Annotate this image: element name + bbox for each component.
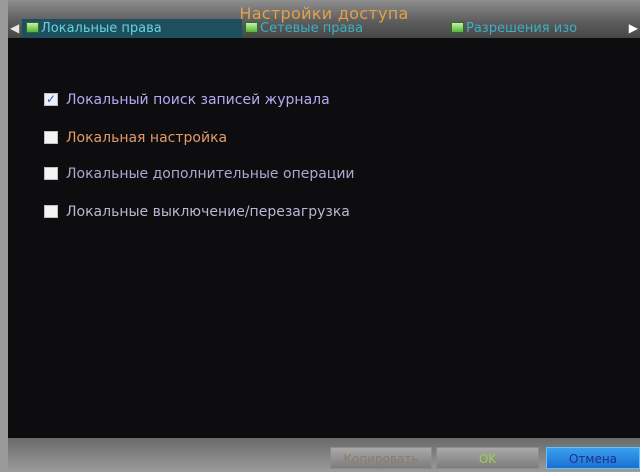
tab-local-rights[interactable]: Локальные права: [22, 19, 242, 38]
tab-icon: [26, 22, 39, 33]
option-local-shutdown-reboot[interactable]: Локальные выключение/перезагрузка: [44, 202, 350, 222]
title-bar: Настройки доступа ◀ Локальные права Сете…: [8, 0, 640, 38]
option-label: Локальные выключение/перезагрузка: [66, 204, 350, 220]
option-label: Локальные дополнительные операции: [66, 166, 355, 182]
ok-button[interactable]: OK: [436, 447, 539, 469]
checkbox-icon[interactable]: [44, 130, 58, 144]
access-settings-dialog: Настройки доступа ◀ Локальные права Сете…: [8, 0, 640, 472]
tab-strip: ◀ Локальные права Сетевые права Разрешен…: [8, 19, 640, 38]
option-label: Локальная настройка: [66, 130, 228, 146]
tab-label: Сетевые права: [260, 21, 364, 36]
checkbox-checked-icon[interactable]: ✓: [44, 92, 58, 106]
tab-label: Разрешения изо: [466, 21, 578, 36]
dialog-footer: Копировать OK Отмена: [8, 438, 640, 472]
tab-label: Локальные права: [41, 21, 162, 36]
tab-network-rights[interactable]: Сетевые права: [241, 19, 448, 38]
option-local-log-search[interactable]: ✓ Локальный поиск записей журнала: [44, 90, 330, 110]
copy-button[interactable]: Копировать: [330, 447, 432, 469]
option-local-settings[interactable]: Локальная настройка: [44, 128, 227, 148]
tab-icon: [451, 22, 464, 33]
option-label: Локальный поиск записей журнала: [66, 92, 330, 108]
tab-scroll-right-icon[interactable]: ▶: [629, 21, 638, 35]
permissions-panel: ✓ Локальный поиск записей журнала Локальн…: [8, 38, 640, 438]
checkbox-icon[interactable]: [44, 166, 58, 180]
option-local-advanced-operations[interactable]: Локальные дополнительные операции: [44, 164, 355, 184]
tab-camera-permissions[interactable]: Разрешения изо: [447, 19, 636, 38]
cancel-button[interactable]: Отмена: [546, 447, 640, 469]
checkbox-icon[interactable]: [44, 204, 58, 218]
tab-icon: [245, 22, 258, 33]
tab-scroll-left-icon[interactable]: ◀: [10, 21, 19, 35]
